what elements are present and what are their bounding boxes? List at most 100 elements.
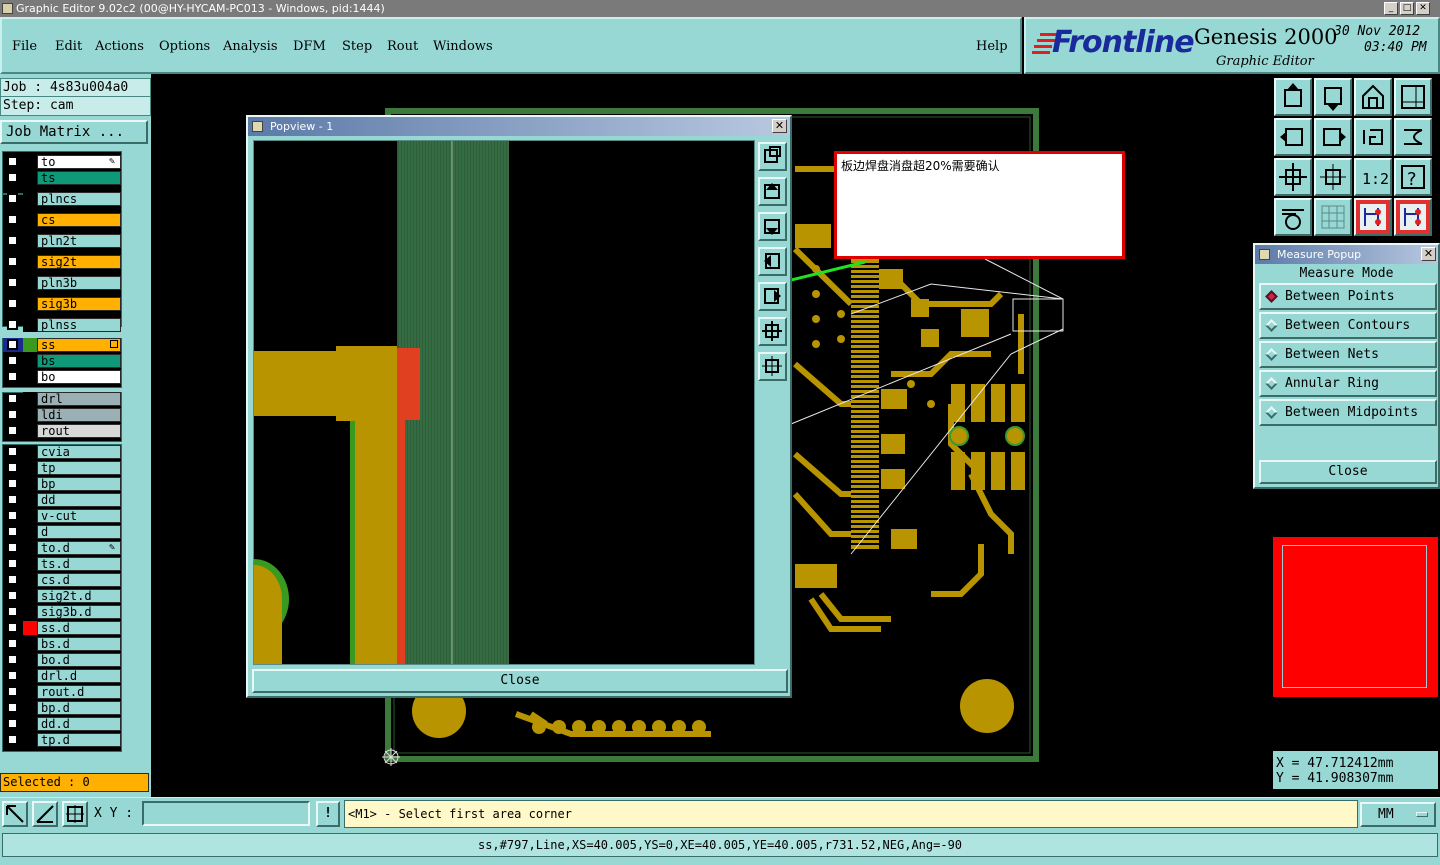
layer-checkbox[interactable] xyxy=(7,339,18,350)
tool-scale-icon[interactable]: 1:2 xyxy=(1354,158,1392,196)
tool-zoom-out-icon[interactable] xyxy=(1314,158,1352,196)
layer-checkbox[interactable] xyxy=(7,718,18,729)
layer-name[interactable]: ts xyxy=(37,171,121,185)
tool-pan-left-icon[interactable] xyxy=(1274,118,1312,156)
layer-color-swatch[interactable] xyxy=(23,370,37,384)
maximize-button[interactable]: □ xyxy=(1400,2,1414,15)
layer-checkbox[interactable] xyxy=(7,574,18,585)
layer-checkbox[interactable] xyxy=(7,542,18,553)
layer-checkbox[interactable] xyxy=(7,319,18,330)
layer-row-cs[interactable]: cs xyxy=(3,213,121,227)
layer-row-to.d[interactable]: to.d ✎ xyxy=(3,541,121,555)
layer-color-swatch[interactable] xyxy=(23,493,37,507)
tool-net-select-icon[interactable] xyxy=(1394,198,1432,236)
snap-mode-icon[interactable] xyxy=(2,801,28,827)
minimize-button[interactable]: _ xyxy=(1384,2,1398,15)
layer-color-swatch[interactable] xyxy=(23,392,37,406)
pv-zoom-in-button[interactable] xyxy=(758,317,787,346)
measure-option-between-points[interactable]: Between Points xyxy=(1259,283,1437,310)
tool-zoom-in-icon[interactable] xyxy=(1274,158,1312,196)
layer-color-swatch[interactable] xyxy=(23,297,37,311)
layer-color-swatch[interactable] xyxy=(23,445,37,459)
pv-pan-up-button[interactable] xyxy=(758,177,787,206)
layer-checkbox[interactable] xyxy=(7,590,18,601)
layer-name[interactable]: bp.d xyxy=(37,701,121,715)
layer-color-swatch[interactable] xyxy=(23,717,37,731)
layer-name[interactable]: drl xyxy=(37,392,121,406)
measure-option-annular-ring[interactable]: Annular Ring xyxy=(1259,370,1437,397)
layer-checkbox[interactable] xyxy=(7,654,18,665)
layer-color-swatch[interactable] xyxy=(23,408,37,422)
layer-name[interactable]: ts.d xyxy=(37,557,121,571)
layer-checkbox[interactable] xyxy=(7,478,18,489)
layer-name[interactable]: tp.d xyxy=(37,733,121,747)
close-window-button[interactable]: ✕ xyxy=(1416,2,1430,15)
layer-row-rout[interactable]: rout xyxy=(3,424,121,438)
layer-checkbox[interactable] xyxy=(7,670,18,681)
layer-checkbox[interactable] xyxy=(7,355,18,366)
layer-row-d[interactable]: d xyxy=(3,525,121,539)
layer-row-plncs[interactable]: plncs xyxy=(3,192,121,206)
layer-row-bs[interactable]: bs xyxy=(3,354,121,368)
tool-pan-right-icon[interactable] xyxy=(1314,118,1352,156)
layer-name[interactable]: rout xyxy=(37,424,121,438)
layer-checkbox[interactable] xyxy=(7,425,18,436)
layer-checkbox[interactable] xyxy=(7,526,18,537)
layer-checkbox[interactable] xyxy=(7,193,18,204)
layer-row-plnss[interactable]: plnss xyxy=(3,318,121,332)
layer-checkbox[interactable] xyxy=(7,558,18,569)
layer-name[interactable]: dd.d xyxy=(37,717,121,731)
tool-grid-icon[interactable] xyxy=(1314,198,1352,236)
tool-home-icon[interactable] xyxy=(1354,78,1392,116)
menu-file[interactable]: File xyxy=(12,39,37,54)
layer-color-swatch[interactable] xyxy=(23,477,37,491)
layer-row-bp[interactable]: bp xyxy=(3,477,121,491)
layer-checkbox[interactable] xyxy=(7,622,18,633)
layer-color-swatch[interactable] xyxy=(23,669,37,683)
layer-row-sig2t[interactable]: sig2t xyxy=(3,255,121,269)
job-matrix-button[interactable]: Job Matrix ... xyxy=(0,120,148,144)
layer-name[interactable]: sig3b.d xyxy=(37,605,121,619)
radio-diamond-icon[interactable] xyxy=(1265,290,1278,303)
layer-row-to[interactable]: to ✎ xyxy=(3,155,121,169)
pv-pan-left-button[interactable] xyxy=(758,247,787,276)
layer-name[interactable]: bs xyxy=(37,354,121,368)
layer-row-tp.d[interactable]: tp.d xyxy=(3,733,121,747)
layer-name[interactable]: plncs xyxy=(37,192,121,206)
layer-row-bo.d[interactable]: bo.d xyxy=(3,653,121,667)
layer-row-drl.d[interactable]: drl.d xyxy=(3,669,121,683)
layer-color-swatch[interactable] xyxy=(23,213,37,227)
menu-help[interactable]: Help xyxy=(976,39,1008,54)
layer-row-ts[interactable]: ts xyxy=(3,171,121,185)
layer-color-swatch[interactable] xyxy=(23,685,37,699)
layer-color-swatch[interactable] xyxy=(23,589,37,603)
tool-rotate-icon[interactable] xyxy=(1354,118,1392,156)
layer-row-bp.d[interactable]: bp.d xyxy=(3,701,121,715)
layer-checkbox[interactable] xyxy=(7,393,18,404)
layer-row-ss.d[interactable]: ss.d xyxy=(3,621,121,635)
layer-row-cs.d[interactable]: cs.d xyxy=(3,573,121,587)
layer-checkbox[interactable] xyxy=(7,277,18,288)
layer-row-sig3b[interactable]: sig3b xyxy=(3,297,121,311)
layer-name[interactable]: sig2t.d xyxy=(37,589,121,603)
layer-row-ts.d[interactable]: ts.d xyxy=(3,557,121,571)
grid-snap-icon[interactable] xyxy=(62,801,88,827)
layer-checkbox[interactable] xyxy=(7,409,18,420)
layer-name[interactable]: rout.d xyxy=(37,685,121,699)
measure-option-between-contours[interactable]: Between Contours xyxy=(1259,312,1437,339)
layer-name[interactable]: cvia xyxy=(37,445,121,459)
tool-snap-icon[interactable] xyxy=(1274,198,1312,236)
layer-color-swatch[interactable] xyxy=(23,621,37,635)
layer-checkbox[interactable] xyxy=(7,446,18,457)
menu-windows[interactable]: Windows xyxy=(433,39,493,54)
layer-color-swatch[interactable] xyxy=(23,637,37,651)
layer-name[interactable]: v-cut xyxy=(37,509,121,523)
layer-name[interactable]: dd xyxy=(37,493,121,507)
layer-checkbox[interactable] xyxy=(7,371,18,382)
layer-color-swatch[interactable] xyxy=(23,171,37,185)
layer-color-swatch[interactable] xyxy=(23,525,37,539)
angle-mode-icon[interactable] xyxy=(32,801,58,827)
layer-checkbox[interactable] xyxy=(7,298,18,309)
overview-map[interactable] xyxy=(1273,537,1438,697)
layer-checkbox[interactable] xyxy=(7,606,18,617)
